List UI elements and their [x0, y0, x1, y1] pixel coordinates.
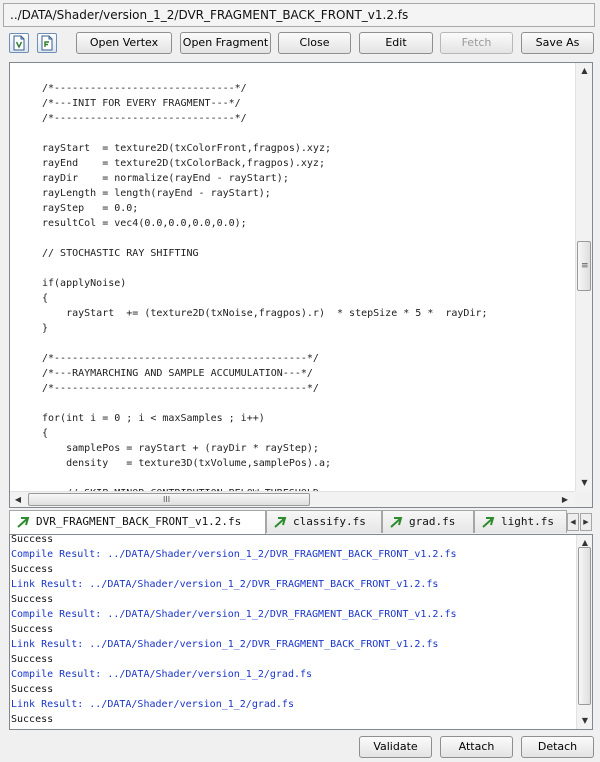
code-text-area[interactable]: /*------------------------------*/ /*---I… — [10, 63, 575, 491]
open-vertex-icon-button[interactable] — [9, 33, 29, 53]
tab-label: DVR_FRAGMENT_BACK_FRONT_v1.2.fs — [36, 515, 242, 528]
shader-file-icon — [274, 517, 287, 528]
code-line: rayStart = texture2D(txColorFront,fragpo… — [42, 143, 331, 154]
log-status-line: Success — [11, 714, 54, 725]
tab-classify[interactable]: classify.fs — [266, 510, 382, 533]
validate-button[interactable]: Validate — [359, 736, 432, 758]
fragment-shader-file-icon — [41, 35, 53, 51]
log-result-line: Link Result: ../DATA/Shader/version_1_2/… — [11, 639, 439, 650]
fetch-button[interactable]: Fetch — [440, 32, 513, 54]
log-status-line: Success — [11, 654, 54, 665]
open-vertex-button[interactable]: Open Vertex — [76, 32, 172, 54]
editor-vertical-scroll-thumb[interactable]: ≡ — [577, 241, 591, 291]
code-line: /*------------------------------*/ — [42, 113, 247, 124]
output-log[interactable]: Success Compile Result: ../DATA/Shader/ve… — [9, 534, 593, 730]
attach-button[interactable]: Attach — [440, 736, 513, 758]
code-line: { — [42, 428, 49, 439]
grip-icon: III — [163, 495, 171, 504]
tab-label: classify.fs — [293, 515, 366, 528]
log-status-line: Success — [11, 564, 54, 575]
open-fragment-button[interactable]: Open Fragment — [180, 32, 271, 54]
code-line: rayDir = normalize(rayEnd - rayStart); — [42, 173, 289, 184]
tab-label: grad.fs — [409, 515, 456, 528]
grip-icon: ≡ — [581, 261, 589, 271]
file-tab-bar: DVR_FRAGMENT_BACK_FRONT_v1.2.fs classify… — [9, 510, 593, 534]
shader-file-icon — [482, 517, 495, 528]
scroll-down-arrow-icon[interactable]: ▼ — [576, 478, 592, 488]
log-vertical-scrollbar[interactable]: ▲ ▼ — [576, 535, 592, 729]
vertex-shader-file-icon — [13, 35, 25, 51]
code-line: /*--------------------------------------… — [42, 383, 319, 394]
log-result-line: Link Result: ../DATA/Shader/version_1_2/… — [11, 699, 294, 710]
code-line: rayEnd = texture2D(txColorBack,fragpos).… — [42, 158, 325, 169]
scroll-down-arrow-icon[interactable]: ▼ — [577, 716, 592, 726]
code-line: rayStart += (texture2D(txNoise,fragpos).… — [42, 308, 488, 319]
tab-scroll-left-icon[interactable]: ◀ — [567, 513, 579, 531]
log-text-area[interactable]: Success Compile Result: ../DATA/Shader/ve… — [10, 535, 576, 729]
editor-horizontal-scrollbar[interactable]: ◀ III ▶ — [10, 491, 575, 507]
code-line: /*--------------------------------------… — [42, 353, 319, 364]
open-fragment-icon-button[interactable] — [37, 33, 57, 53]
shader-file-icon — [390, 517, 403, 528]
tab-scroll-right-icon[interactable]: ▶ — [580, 513, 592, 531]
scroll-up-arrow-icon[interactable]: ▲ — [576, 66, 592, 76]
editor-horizontal-scroll-thumb[interactable]: III — [28, 493, 310, 506]
tab-label: light.fs — [501, 515, 554, 528]
code-line: /*------------------------------*/ — [42, 83, 247, 94]
tab-dvr-fragment-back-front[interactable]: DVR_FRAGMENT_BACK_FRONT_v1.2.fs — [9, 510, 266, 534]
shader-file-icon — [17, 517, 30, 528]
close-button[interactable]: Close — [278, 32, 351, 54]
log-status-line: Success — [11, 624, 54, 635]
log-status-line: Success — [11, 594, 54, 605]
save-as-button[interactable]: Save As — [521, 32, 594, 54]
code-line: { — [42, 293, 49, 304]
detach-button[interactable]: Detach — [521, 736, 594, 758]
file-path-field: ../DATA/Shader/version_1_2/DVR_FRAGMENT_… — [3, 3, 595, 27]
code-line: /*---INIT FOR EVERY FRAGMENT---*/ — [42, 98, 241, 109]
code-line: resultCol = vec4(0.0,0.0,0.0,0.0); — [42, 218, 247, 229]
edit-button[interactable]: Edit — [359, 32, 433, 54]
code-editor[interactable]: /*------------------------------*/ /*---I… — [9, 62, 593, 508]
scroll-right-arrow-icon[interactable]: ▶ — [560, 495, 570, 505]
code-line: density = texture3D(txVolume,samplePos).… — [42, 458, 331, 469]
code-line: samplePos = rayStart + (rayDir * rayStep… — [42, 443, 319, 454]
editor-vertical-scrollbar[interactable]: ▲ ≡ ▼ — [575, 63, 592, 491]
code-line: if(applyNoise) — [42, 278, 127, 289]
log-result-line: Link Result: ../DATA/Shader/version_1_2/… — [11, 579, 439, 590]
code-line: for(int i = 0 ; i < maxSamples ; i++) — [42, 413, 265, 424]
code-line: rayLength = length(rayEnd - rayStart); — [42, 188, 271, 199]
log-result-line: Compile Result: ../DATA/Shader/version_1… — [11, 549, 457, 560]
code-line: // STOCHASTIC RAY SHIFTING — [42, 248, 199, 259]
log-result-line: Compile Result: ../DATA/Shader/version_1… — [11, 609, 457, 620]
code-line: } — [42, 323, 49, 334]
log-status-line: Success — [11, 535, 54, 545]
code-line: /*---RAYMARCHING AND SAMPLE ACCUMULATION… — [42, 368, 313, 379]
code-line: rayStep = 0.0; — [42, 203, 139, 214]
scrollbar-corner — [575, 491, 592, 507]
log-status-line: Success — [11, 684, 54, 695]
tab-light[interactable]: light.fs — [474, 510, 567, 533]
tab-grad[interactable]: grad.fs — [382, 510, 474, 533]
log-vertical-scroll-thumb[interactable] — [578, 547, 591, 705]
log-result-line: Compile Result: ../DATA/Shader/version_1… — [11, 669, 313, 680]
scroll-left-arrow-icon[interactable]: ◀ — [13, 495, 23, 505]
